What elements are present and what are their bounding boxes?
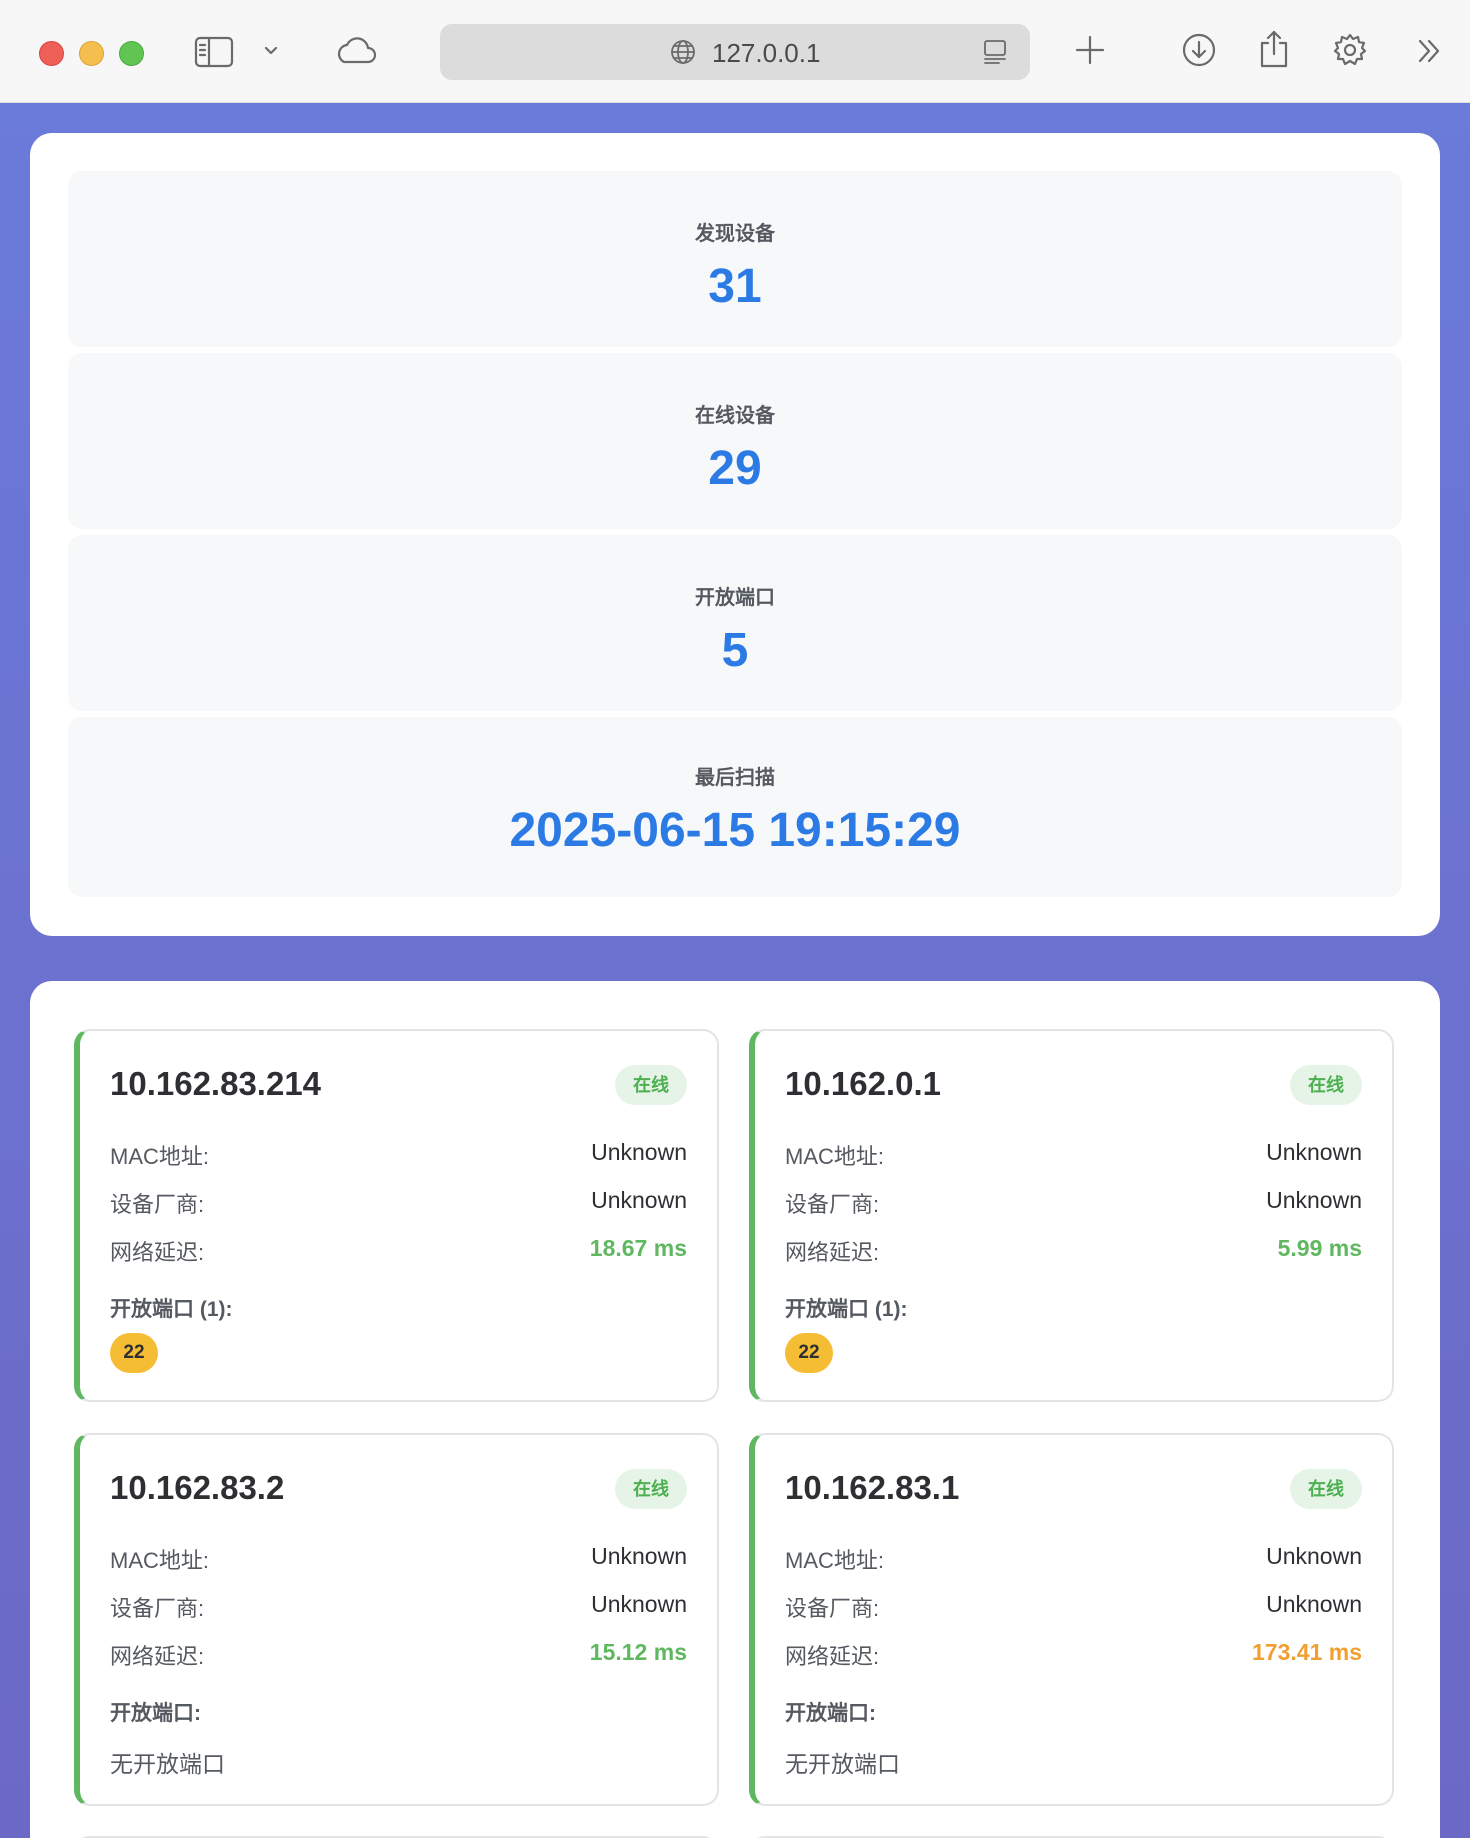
open-ports-label: 开放端口:: [110, 1702, 201, 1725]
open-ports-label: 开放端口:: [785, 1702, 876, 1725]
browser-toolbar: 127.0.0.1: [0, 0, 1470, 103]
globe-icon: [668, 37, 698, 67]
page-background: 发现设备 31 在线设备 29 开放端口 5 最后扫描 2025-06-15 1…: [0, 103, 1470, 1838]
vendor-value: Unknown: [1266, 1591, 1362, 1617]
vendor-label: 设备厂商:: [785, 1596, 880, 1621]
device-card[interactable]: 10.162.0.1 在线 MAC地址: Unknown 设备厂商: Unkno…: [749, 1029, 1394, 1402]
address-bar[interactable]: 127.0.0.1: [440, 24, 1030, 80]
cloud-icon[interactable]: [332, 30, 378, 70]
stat-card-discovered: 发现设备 31: [68, 171, 1402, 347]
mac-value: Unknown: [591, 1139, 687, 1165]
latency-value: 15.12 ms: [589, 1639, 687, 1665]
status-badge: 在线: [1290, 1065, 1362, 1105]
stat-label: 开放端口: [695, 587, 775, 609]
device-card[interactable]: 10.162.83.214 在线 MAC地址: Unknown 设备厂商: Un…: [74, 1029, 719, 1402]
port-chip[interactable]: 22: [785, 1333, 833, 1373]
latency-label: 网络延迟:: [110, 1240, 205, 1265]
vendor-value: Unknown: [591, 1591, 687, 1617]
stat-card-open-ports: 开放端口 5: [68, 535, 1402, 711]
vendor-label: 设备厂商:: [110, 1192, 205, 1217]
no-ports-text: 无开放端口: [110, 1751, 225, 1777]
vendor-value: Unknown: [591, 1187, 687, 1213]
minimize-window-button[interactable]: [79, 41, 104, 66]
device-card[interactable]: 10.162.83.2 在线 MAC地址: Unknown 设备厂商: Unkn…: [74, 1433, 719, 1806]
mac-label: MAC地址:: [110, 1144, 210, 1169]
device-ip: 10.162.83.1: [785, 1469, 960, 1506]
stat-value: 29: [708, 442, 762, 495]
stat-label: 最后扫描: [695, 767, 775, 789]
stat-card-online: 在线设备 29: [68, 353, 1402, 529]
maximize-window-button[interactable]: [119, 41, 144, 66]
status-badge: 在线: [1290, 1469, 1362, 1509]
share-icon[interactable]: [1256, 28, 1292, 70]
url-text: 127.0.0.1: [712, 38, 821, 68]
status-badge: 在线: [615, 1065, 687, 1105]
vendor-value: Unknown: [1266, 1187, 1362, 1213]
latency-value: 5.99 ms: [1277, 1235, 1362, 1261]
mac-label: MAC地址:: [110, 1548, 210, 1573]
reader-icon[interactable]: [980, 36, 1010, 68]
mac-label: MAC地址:: [785, 1548, 885, 1573]
stat-label: 发现设备: [695, 223, 775, 245]
stat-value: 2025-06-15 19:15:29: [509, 804, 961, 857]
mac-value: Unknown: [1266, 1543, 1362, 1569]
mac-value: Unknown: [1266, 1139, 1362, 1165]
device-ip: 10.162.83.214: [110, 1065, 322, 1102]
close-window-button[interactable]: [39, 41, 64, 66]
no-ports-text: 无开放端口: [785, 1751, 900, 1777]
double-chevron-icon[interactable]: [1412, 34, 1446, 68]
new-tab-plus-icon[interactable]: [1072, 32, 1108, 68]
gear-icon[interactable]: [1331, 31, 1369, 69]
stat-value: 31: [708, 260, 762, 313]
stat-value: 5: [721, 624, 749, 677]
latency-value: 18.67 ms: [589, 1235, 687, 1261]
download-icon[interactable]: [1180, 31, 1218, 69]
stat-card-last-scan: 最后扫描 2025-06-15 19:15:29: [68, 717, 1402, 897]
sidebar-icon[interactable]: [192, 32, 236, 72]
latency-value: 173.41 ms: [1252, 1639, 1362, 1665]
device-card[interactable]: 10.162.83.1 在线 MAC地址: Unknown 设备厂商: Unkn…: [749, 1433, 1394, 1806]
mac-label: MAC地址:: [785, 1144, 885, 1169]
latency-label: 网络延迟:: [785, 1644, 880, 1669]
vendor-label: 设备厂商:: [110, 1596, 205, 1621]
device-ip: 10.162.0.1: [785, 1065, 941, 1102]
vendor-label: 设备厂商:: [785, 1192, 880, 1217]
mac-value: Unknown: [591, 1543, 687, 1569]
status-badge: 在线: [615, 1469, 687, 1509]
open-ports-label: 开放端口 (1):: [785, 1298, 908, 1321]
device-ip: 10.162.83.2: [110, 1469, 285, 1506]
port-chip[interactable]: 22: [110, 1333, 158, 1373]
open-ports-label: 开放端口 (1):: [110, 1298, 233, 1321]
stat-label: 在线设备: [695, 405, 775, 427]
chevron-down-icon[interactable]: [260, 40, 282, 62]
devices-panel: 10.162.83.214 在线 MAC地址: Unknown 设备厂商: Un…: [30, 981, 1440, 1838]
latency-label: 网络延迟:: [110, 1644, 205, 1669]
latency-label: 网络延迟:: [785, 1240, 880, 1265]
stats-panel: 发现设备 31 在线设备 29 开放端口 5 最后扫描 2025-06-15 1…: [30, 133, 1440, 936]
